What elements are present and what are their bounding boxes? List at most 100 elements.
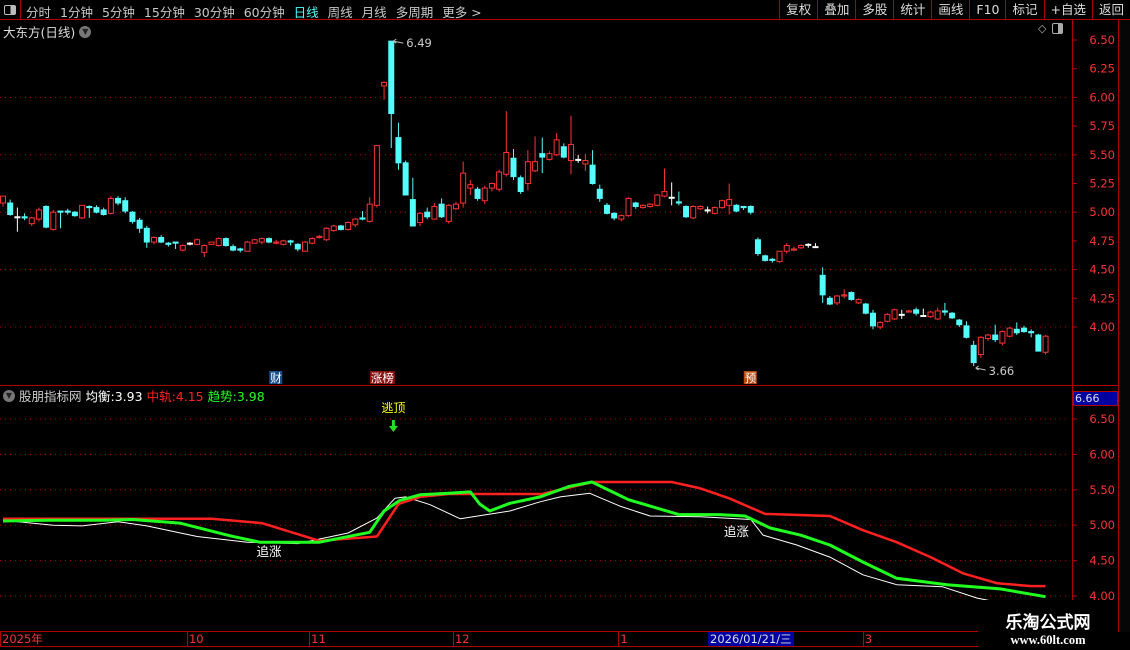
- candle: [625, 197, 632, 217]
- time-axis-label: 1: [618, 632, 628, 646]
- candle-body: [589, 164, 596, 185]
- candle-body: [711, 207, 718, 214]
- candle-body: [733, 204, 740, 212]
- label: 中轨:: [146, 389, 176, 404]
- candle: [194, 238, 201, 246]
- candle-body: [496, 171, 503, 190]
- candle-body: [301, 241, 308, 252]
- candle-body: [251, 239, 258, 244]
- candle: [496, 169, 503, 192]
- candle: [985, 333, 992, 341]
- candle-body: [668, 196, 675, 199]
- candle-body: [14, 216, 21, 219]
- candle-body: [266, 238, 273, 243]
- candle-body: [675, 201, 682, 204]
- candle: [215, 237, 222, 247]
- candle-body: [64, 210, 71, 213]
- candle: [798, 244, 805, 249]
- candle: [316, 235, 323, 239]
- candle: [244, 240, 251, 252]
- candle: [21, 213, 28, 221]
- candle-body: [855, 298, 862, 304]
- candle: [1013, 322, 1020, 336]
- candle-body: [366, 203, 373, 222]
- time-axis-label: 10: [186, 632, 204, 646]
- candle: [783, 243, 790, 254]
- candle: [395, 122, 402, 170]
- candle: [913, 307, 920, 316]
- candle: [683, 205, 690, 218]
- time-axis[interactable]: 2026/01/21/三 2025年 10 11 12 1 3: [0, 631, 1118, 647]
- candle-body: [280, 240, 287, 245]
- candle-body: [776, 250, 783, 263]
- candle: [301, 240, 308, 252]
- candle: [905, 309, 912, 313]
- candle-body: [402, 162, 409, 196]
- candle: [812, 243, 819, 249]
- candle: [568, 115, 575, 175]
- kline-chart[interactable]: 6.50 6.25 6.00 5.75 5.50 5.25 5.00 4.75 4.50 4.25…: [0, 0, 1130, 650]
- candle-body: [747, 205, 754, 213]
- candle-body: [632, 202, 639, 207]
- candle: [323, 227, 330, 241]
- candle-body: [934, 310, 941, 320]
- arrow-icon: [392, 38, 404, 44]
- candle-body: [345, 222, 352, 230]
- candle: [647, 203, 654, 208]
- candle-body: [1042, 335, 1049, 353]
- candle-body: [517, 177, 524, 193]
- event-badge-label: 财: [270, 371, 282, 385]
- candle: [654, 193, 661, 207]
- candle-body: [999, 331, 1006, 344]
- indicator-item-trend: 趋势:3.98: [208, 386, 265, 405]
- candle-body: [50, 211, 57, 230]
- candle-body: [568, 143, 575, 162]
- candle: [71, 211, 78, 217]
- candle: [222, 237, 229, 247]
- candle-body: [956, 319, 963, 326]
- candle: [337, 224, 344, 231]
- candle-body: [431, 205, 438, 220]
- candle-body: [697, 205, 704, 210]
- candle: [266, 237, 273, 244]
- candle-body: [704, 209, 711, 212]
- indicator-header: ▼ 股朋指标网 均衡:3.93 中轨:4.15 趋势:3.98: [3, 386, 265, 405]
- candle-body: [1020, 327, 1027, 333]
- candle-body: [920, 315, 927, 318]
- candle-body: [560, 146, 567, 158]
- candle: [1035, 333, 1042, 352]
- candle: [618, 214, 625, 222]
- candle-body: [107, 197, 114, 214]
- candle: [546, 151, 553, 161]
- candle: [373, 145, 380, 208]
- candle-body: [230, 246, 237, 251]
- chevron-down-icon[interactable]: ▼: [3, 389, 15, 402]
- candle: [330, 224, 337, 232]
- candle: [258, 237, 265, 245]
- candle-body: [913, 309, 920, 314]
- candle: [50, 209, 57, 231]
- candle-body: [575, 158, 582, 161]
- candle-body: [848, 292, 855, 300]
- price-tick-label: 5.25: [1089, 177, 1115, 191]
- candle-body: [93, 207, 100, 213]
- candle-body: [194, 239, 201, 245]
- candle: [841, 289, 848, 299]
- candle-body: [503, 152, 510, 175]
- arrow-down-icon: [388, 420, 398, 432]
- candle: [589, 150, 596, 185]
- candle: [309, 237, 316, 245]
- candle-body: [582, 160, 589, 165]
- right-side-strip[interactable]: [1118, 20, 1130, 632]
- time-axis-label: 2025年: [0, 632, 43, 646]
- candle-body: [970, 344, 977, 364]
- candle: [460, 161, 467, 208]
- time-axis-label: 3: [862, 632, 873, 646]
- candle-body: [222, 238, 229, 246]
- candle: [970, 340, 977, 367]
- candle-body: [460, 172, 467, 204]
- candle-body: [546, 153, 553, 160]
- candle-body: [129, 211, 136, 222]
- price-tick-label: 6.00: [1089, 90, 1115, 104]
- candle: [510, 149, 517, 181]
